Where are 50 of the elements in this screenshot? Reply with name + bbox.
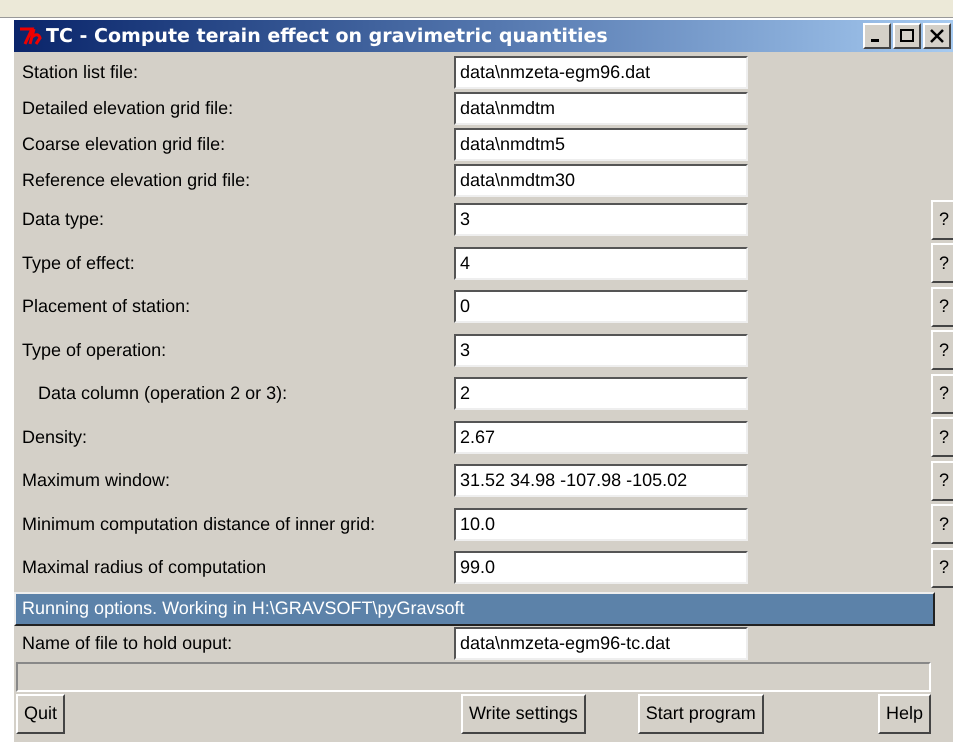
help-button[interactable]: ? — [931, 200, 953, 240]
field-label: Coarse elevation grid file: — [21, 132, 226, 156]
field-label: Data type: — [21, 208, 106, 232]
field-label: Station list file: — [21, 60, 140, 84]
input-field[interactable]: 2 — [454, 377, 748, 410]
field-label: Type of effect: — [21, 252, 136, 275]
field-label: Maximal radius of computation — [21, 556, 268, 580]
tk-logo — [18, 26, 44, 46]
help-button[interactable]: ? — [931, 417, 953, 458]
help-button[interactable]: ? — [931, 243, 953, 284]
help-button[interactable]: ? — [931, 504, 953, 544]
field-label: Name of file to hold ouput: — [21, 632, 234, 655]
minimize-button[interactable] — [863, 23, 891, 49]
input-field[interactable]: data\nmzeta-egm96.dat — [454, 56, 748, 88]
action-button[interactable]: Quit — [16, 694, 66, 734]
input-field[interactable]: 0 — [454, 290, 748, 324]
close-icon — [929, 29, 945, 43]
field-label: Placement of station: — [21, 295, 192, 318]
input-field[interactable]: 3 — [454, 334, 748, 367]
input-field[interactable]: 2.67 — [454, 420, 748, 454]
input-field[interactable]: 3 — [454, 203, 748, 236]
action-button[interactable]: Start program — [638, 694, 764, 734]
close-button[interactable] — [923, 23, 951, 49]
field-label: Minimum computation distance of inner grid: — [21, 512, 376, 536]
maximize-button[interactable] — [893, 23, 921, 49]
window-title: TC - Compute terain effect on gravimetric quantities — [46, 24, 608, 49]
maximize-icon — [899, 29, 915, 43]
input-field[interactable]: 31.52 34.98 -107.98 -105.02 — [454, 464, 748, 498]
field-label: Data column (operation 2 or 3): — [37, 382, 288, 406]
minimize-icon — [871, 38, 879, 42]
action-button[interactable]: Write settings — [461, 694, 586, 734]
input-field[interactable]: 4 — [454, 246, 748, 280]
help-button[interactable]: ? — [931, 330, 953, 370]
section-header: Running options. Working in H:\GRAVSOFT\pyGravsoft — [14, 592, 935, 626]
field-label: Detailed elevation grid file: — [21, 96, 234, 120]
field-label: Maximum window: — [21, 469, 172, 492]
input-field[interactable]: 10.0 — [454, 508, 748, 541]
action-button[interactable]: Help — [878, 694, 931, 734]
input-field[interactable]: data\nmdtm5 — [454, 128, 748, 160]
help-button[interactable]: ? — [931, 460, 953, 501]
field-label: Type of operation: — [21, 338, 168, 362]
help-button[interactable]: ? — [931, 286, 953, 327]
help-button[interactable]: ? — [931, 548, 953, 588]
input-field[interactable]: 99.0 — [454, 551, 748, 584]
input-field[interactable]: data\nmdtm — [454, 92, 748, 124]
input-field[interactable]: data\nmdtm30 — [454, 164, 748, 196]
field-label: Reference elevation grid file: — [21, 168, 252, 192]
input-field[interactable]: data\nmzeta-egm96-tc.dat — [454, 627, 748, 660]
help-button[interactable]: ? — [931, 374, 953, 414]
field-label: Density: — [21, 426, 88, 449]
